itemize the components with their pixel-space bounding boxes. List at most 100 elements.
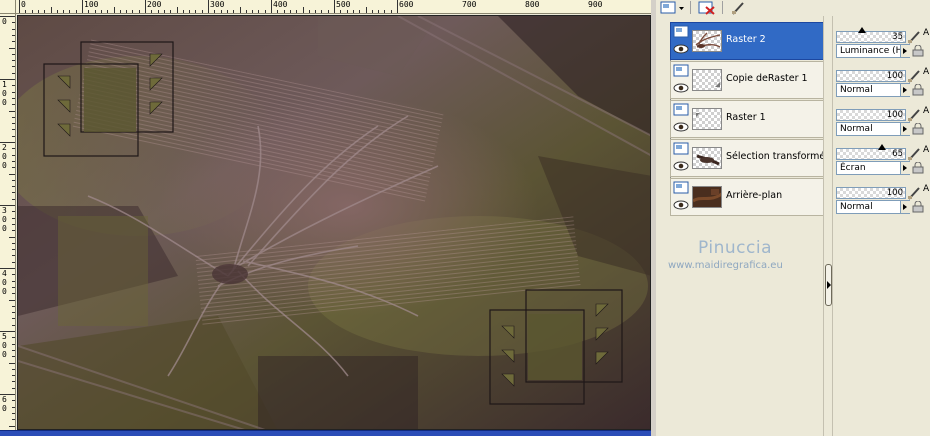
ruler-tick — [12, 368, 15, 370]
ruler-tick — [12, 179, 15, 181]
ruler-tick — [151, 10, 153, 13]
ruler-label: 400 — [273, 0, 288, 9]
ruler-tick — [9, 362, 15, 364]
ruler-label: 0 — [2, 278, 7, 287]
dropdown-arrow-icon[interactable] — [900, 123, 910, 135]
dropdown-arrow-icon[interactable] — [900, 201, 910, 213]
layer-row-arriere-plan[interactable]: Arrière-plan — [670, 178, 824, 216]
ruler-tick — [126, 10, 128, 13]
layer-row-copie-raster-1[interactable]: Copie deRaster 1 — [670, 61, 824, 99]
ruler-tick — [321, 10, 323, 13]
ruler-tick — [12, 192, 15, 194]
opacity-value: 35 — [892, 32, 903, 42]
ruler-tick — [182, 10, 184, 13]
ruler-corner — [0, 0, 16, 14]
ruler-tick — [12, 186, 15, 188]
panel-splitter[interactable] — [823, 16, 833, 436]
raster-layer-icon — [673, 142, 689, 155]
ruler-tick — [315, 10, 317, 13]
dropdown-arrow-icon[interactable] — [900, 162, 910, 174]
opacity-value: 65 — [892, 149, 903, 159]
ruler-tick — [12, 400, 15, 402]
ruler-tick — [12, 255, 15, 257]
opacity-slider-marker[interactable] — [858, 27, 866, 33]
watermark-url: www.maidiregrafica.eu — [668, 260, 783, 271]
layer-row-raster-1[interactable]: Raster 1 — [670, 100, 824, 138]
dropdown-arrow-icon[interactable] — [900, 84, 910, 96]
lock-icon[interactable] — [912, 201, 924, 213]
ruler-tick — [12, 261, 15, 263]
ruler-label: 6 — [2, 395, 7, 404]
ruler-tick — [37, 10, 39, 13]
blend-mode-select[interactable]: Luminance (H) — [836, 44, 910, 58]
layer-name: Copie deRaster 1 — [726, 73, 808, 84]
ruler-tick — [12, 135, 15, 137]
ruler-tick — [12, 217, 15, 219]
expand-arrow-icon — [827, 281, 831, 289]
layers-toolbar — [656, 0, 831, 16]
opacity-slider[interactable]: 100 — [836, 70, 906, 82]
ruler-tick — [88, 10, 90, 13]
ruler-tick — [12, 406, 15, 408]
ruler-label: 700 — [462, 0, 477, 9]
blend-mode-select[interactable]: Normal — [836, 83, 910, 97]
ruler-tick — [201, 10, 203, 13]
ruler-tick — [12, 28, 15, 30]
opacity-slider[interactable]: 100 — [836, 109, 906, 121]
ruler-tick — [12, 22, 15, 24]
ruler-label: 200 — [147, 0, 162, 9]
ruler-tick — [296, 10, 298, 13]
visibility-eye-icon[interactable] — [673, 200, 689, 210]
lock-icon[interactable] — [912, 84, 924, 96]
brush-icon[interactable] — [907, 186, 921, 200]
brush-icon[interactable] — [907, 108, 921, 122]
layer-row-selection-transformee[interactable]: Sélection transformée — [670, 139, 831, 177]
blend-mode-select[interactable]: Normal — [836, 122, 910, 136]
ruler-tick — [12, 123, 15, 125]
ruler-tick — [271, 0, 272, 13]
splitter-handle[interactable] — [825, 264, 832, 306]
brush-icon[interactable] — [907, 30, 921, 44]
ruler-tick — [12, 41, 15, 43]
blend-mode-select[interactable]: Normal — [836, 200, 910, 214]
lock-icon[interactable] — [912, 45, 924, 57]
ruler-label: 100 — [84, 0, 99, 9]
lock-icon[interactable] — [912, 123, 924, 135]
brush-icon[interactable] — [907, 69, 921, 83]
brush-icon[interactable] — [907, 147, 921, 161]
ruler-tick — [56, 10, 58, 13]
ruler-tick — [75, 10, 77, 13]
ruler-tick — [50, 7, 52, 13]
new-layer-button[interactable] — [660, 0, 686, 15]
visibility-eye-icon[interactable] — [673, 161, 689, 171]
ruler-tick — [12, 53, 15, 55]
ruler-tick — [390, 10, 392, 13]
opacity-slider-marker[interactable] — [878, 144, 886, 150]
vertical-ruler[interactable]: 010020030040050060 — [0, 14, 16, 430]
opacity-slider[interactable]: 35 — [836, 31, 906, 43]
visibility-eye-icon[interactable] — [673, 122, 689, 132]
ruler-tick — [176, 7, 178, 13]
raster-layer-icon — [673, 25, 689, 38]
opacity-slider[interactable]: 65 — [836, 148, 906, 160]
horizontal-ruler[interactable]: 0 100 200 300 400 500 600 700 800 900 — [0, 0, 652, 14]
ruler-tick — [31, 10, 33, 13]
delete-layer-button[interactable] — [696, 0, 718, 15]
visibility-eye-icon[interactable] — [673, 44, 689, 54]
blend-mode-select[interactable]: Écran — [836, 161, 910, 175]
ruler-tick — [9, 299, 15, 301]
ruler-tick — [12, 387, 15, 389]
opacity-slider[interactable]: 100 — [836, 187, 906, 199]
ruler-label: 0 — [2, 161, 7, 170]
lock-icon[interactable] — [912, 162, 924, 174]
image-canvas[interactable] — [17, 15, 651, 430]
ruler-tick — [12, 223, 15, 225]
visibility-eye-icon[interactable] — [673, 83, 689, 93]
ruler-tick — [12, 349, 15, 351]
property-letter: A — [923, 184, 930, 194]
ruler-label: 0 — [21, 0, 26, 9]
layer-row-raster-2[interactable]: Raster 2 — [670, 22, 824, 60]
dropdown-arrow-icon[interactable] — [900, 45, 910, 57]
brush-tool-button[interactable] — [728, 0, 748, 15]
ruler-tick — [378, 10, 380, 13]
